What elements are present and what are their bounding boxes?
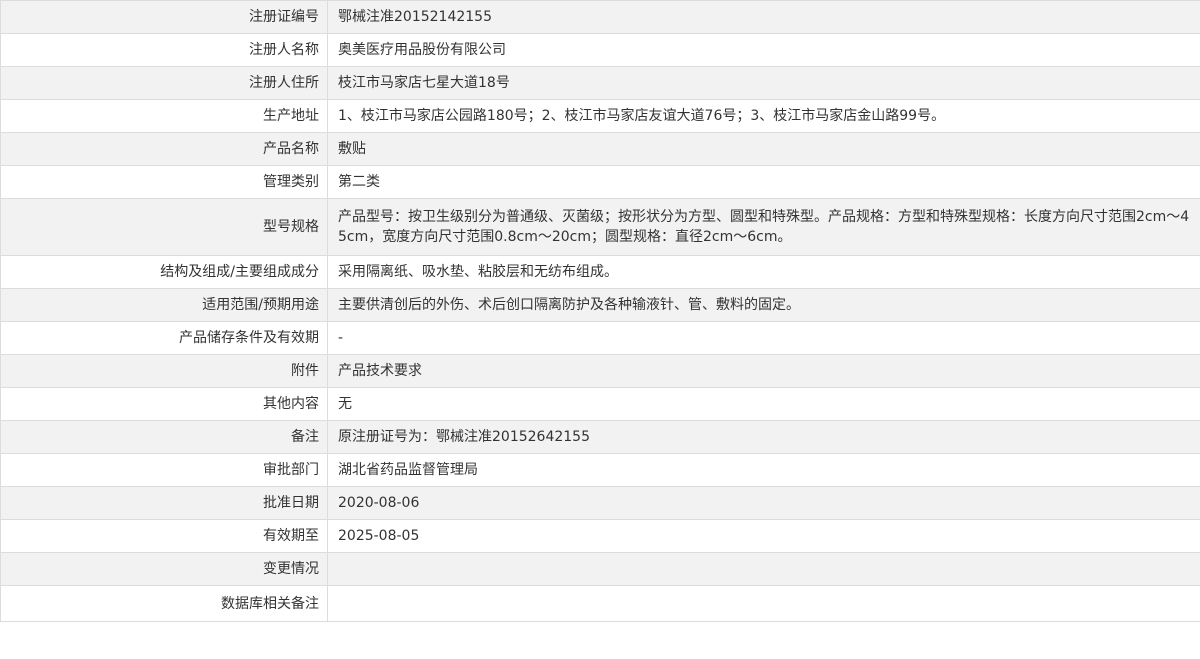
- table-row: 产品名称 敷贴: [0, 132, 1200, 166]
- field-value-management-class: 第二类: [327, 165, 1200, 199]
- field-label-model-spec: 型号规格: [0, 198, 328, 256]
- field-label-management-class: 管理类别: [0, 165, 328, 199]
- field-value-approval-date: 2020-08-06: [327, 486, 1200, 520]
- field-value-storage-validity: -: [327, 321, 1200, 355]
- table-row: 型号规格 产品型号：按卫生级别分为普通级、灭菌级；按形状分为方型、圆型和特殊型。…: [0, 198, 1200, 256]
- table-row: 产品储存条件及有效期 -: [0, 321, 1200, 355]
- field-value-registrant-name: 奥美医疗用品股份有限公司: [327, 33, 1200, 67]
- field-label-registrant-name: 注册人名称: [0, 33, 328, 67]
- table-row: 管理类别 第二类: [0, 165, 1200, 199]
- field-label-registration-number: 注册证编号: [0, 0, 328, 34]
- field-label-storage-validity: 产品储存条件及有效期: [0, 321, 328, 355]
- field-value-registrant-address: 枝江市马家店七星大道18号: [327, 66, 1200, 100]
- table-row: 结构及组成/主要组成成分 采用隔离纸、吸水垫、粘胶层和无纺布组成。: [0, 255, 1200, 289]
- table-row: 变更情况: [0, 552, 1200, 586]
- table-row: 生产地址 1、枝江市马家店公园路180号；2、枝江市马家店友谊大道76号；3、枝…: [0, 99, 1200, 133]
- field-value-production-address: 1、枝江市马家店公园路180号；2、枝江市马家店友谊大道76号；3、枝江市马家店…: [327, 99, 1200, 133]
- field-value-registration-number: 鄂械注准20152142155: [327, 0, 1200, 34]
- field-value-structure-composition: 采用隔离纸、吸水垫、粘胶层和无纺布组成。: [327, 255, 1200, 289]
- field-label-remarks: 备注: [0, 420, 328, 454]
- field-value-change-history: [327, 552, 1200, 586]
- field-value-valid-until: 2025-08-05: [327, 519, 1200, 553]
- table-row: 附件 产品技术要求: [0, 354, 1200, 388]
- field-label-production-address: 生产地址: [0, 99, 328, 133]
- table-row: 注册证编号 鄂械注准20152142155: [0, 0, 1200, 34]
- table-row: 有效期至 2025-08-05: [0, 519, 1200, 553]
- table-row: 批准日期 2020-08-06: [0, 486, 1200, 520]
- field-label-product-name: 产品名称: [0, 132, 328, 166]
- field-value-intended-use: 主要供清创后的外伤、术后创口隔离防护及各种输液针、管、敷料的固定。: [327, 288, 1200, 322]
- table-row: 其他内容 无: [0, 387, 1200, 421]
- field-label-database-notes: 数据库相关备注: [0, 585, 328, 622]
- field-label-approval-date: 批准日期: [0, 486, 328, 520]
- field-value-product-name: 敷贴: [327, 132, 1200, 166]
- field-value-attachment: 产品技术要求: [327, 354, 1200, 388]
- table-row: 注册人名称 奥美医疗用品股份有限公司: [0, 33, 1200, 67]
- table-row: 审批部门 湖北省药品监督管理局: [0, 453, 1200, 487]
- field-label-structure-composition: 结构及组成/主要组成成分: [0, 255, 328, 289]
- field-label-attachment: 附件: [0, 354, 328, 388]
- table-row: 数据库相关备注: [0, 585, 1200, 622]
- table-row: 适用范围/预期用途 主要供清创后的外伤、术后创口隔离防护及各种输液针、管、敷料的…: [0, 288, 1200, 322]
- field-value-other-content: 无: [327, 387, 1200, 421]
- field-label-registrant-address: 注册人住所: [0, 66, 328, 100]
- field-label-change-history: 变更情况: [0, 552, 328, 586]
- field-label-approval-department: 审批部门: [0, 453, 328, 487]
- field-value-approval-department: 湖北省药品监督管理局: [327, 453, 1200, 487]
- field-value-remarks: 原注册证号为：鄂械注准20152642155: [327, 420, 1200, 454]
- registration-detail-table: 注册证编号 鄂械注准20152142155 注册人名称 奥美医疗用品股份有限公司…: [0, 0, 1200, 622]
- field-value-database-notes: [327, 585, 1200, 622]
- field-value-model-spec: 产品型号：按卫生级别分为普通级、灭菌级；按形状分为方型、圆型和特殊型。产品规格：…: [327, 198, 1200, 256]
- field-label-other-content: 其他内容: [0, 387, 328, 421]
- table-row: 备注 原注册证号为：鄂械注准20152642155: [0, 420, 1200, 454]
- table-row: 注册人住所 枝江市马家店七星大道18号: [0, 66, 1200, 100]
- field-label-intended-use: 适用范围/预期用途: [0, 288, 328, 322]
- field-label-valid-until: 有效期至: [0, 519, 328, 553]
